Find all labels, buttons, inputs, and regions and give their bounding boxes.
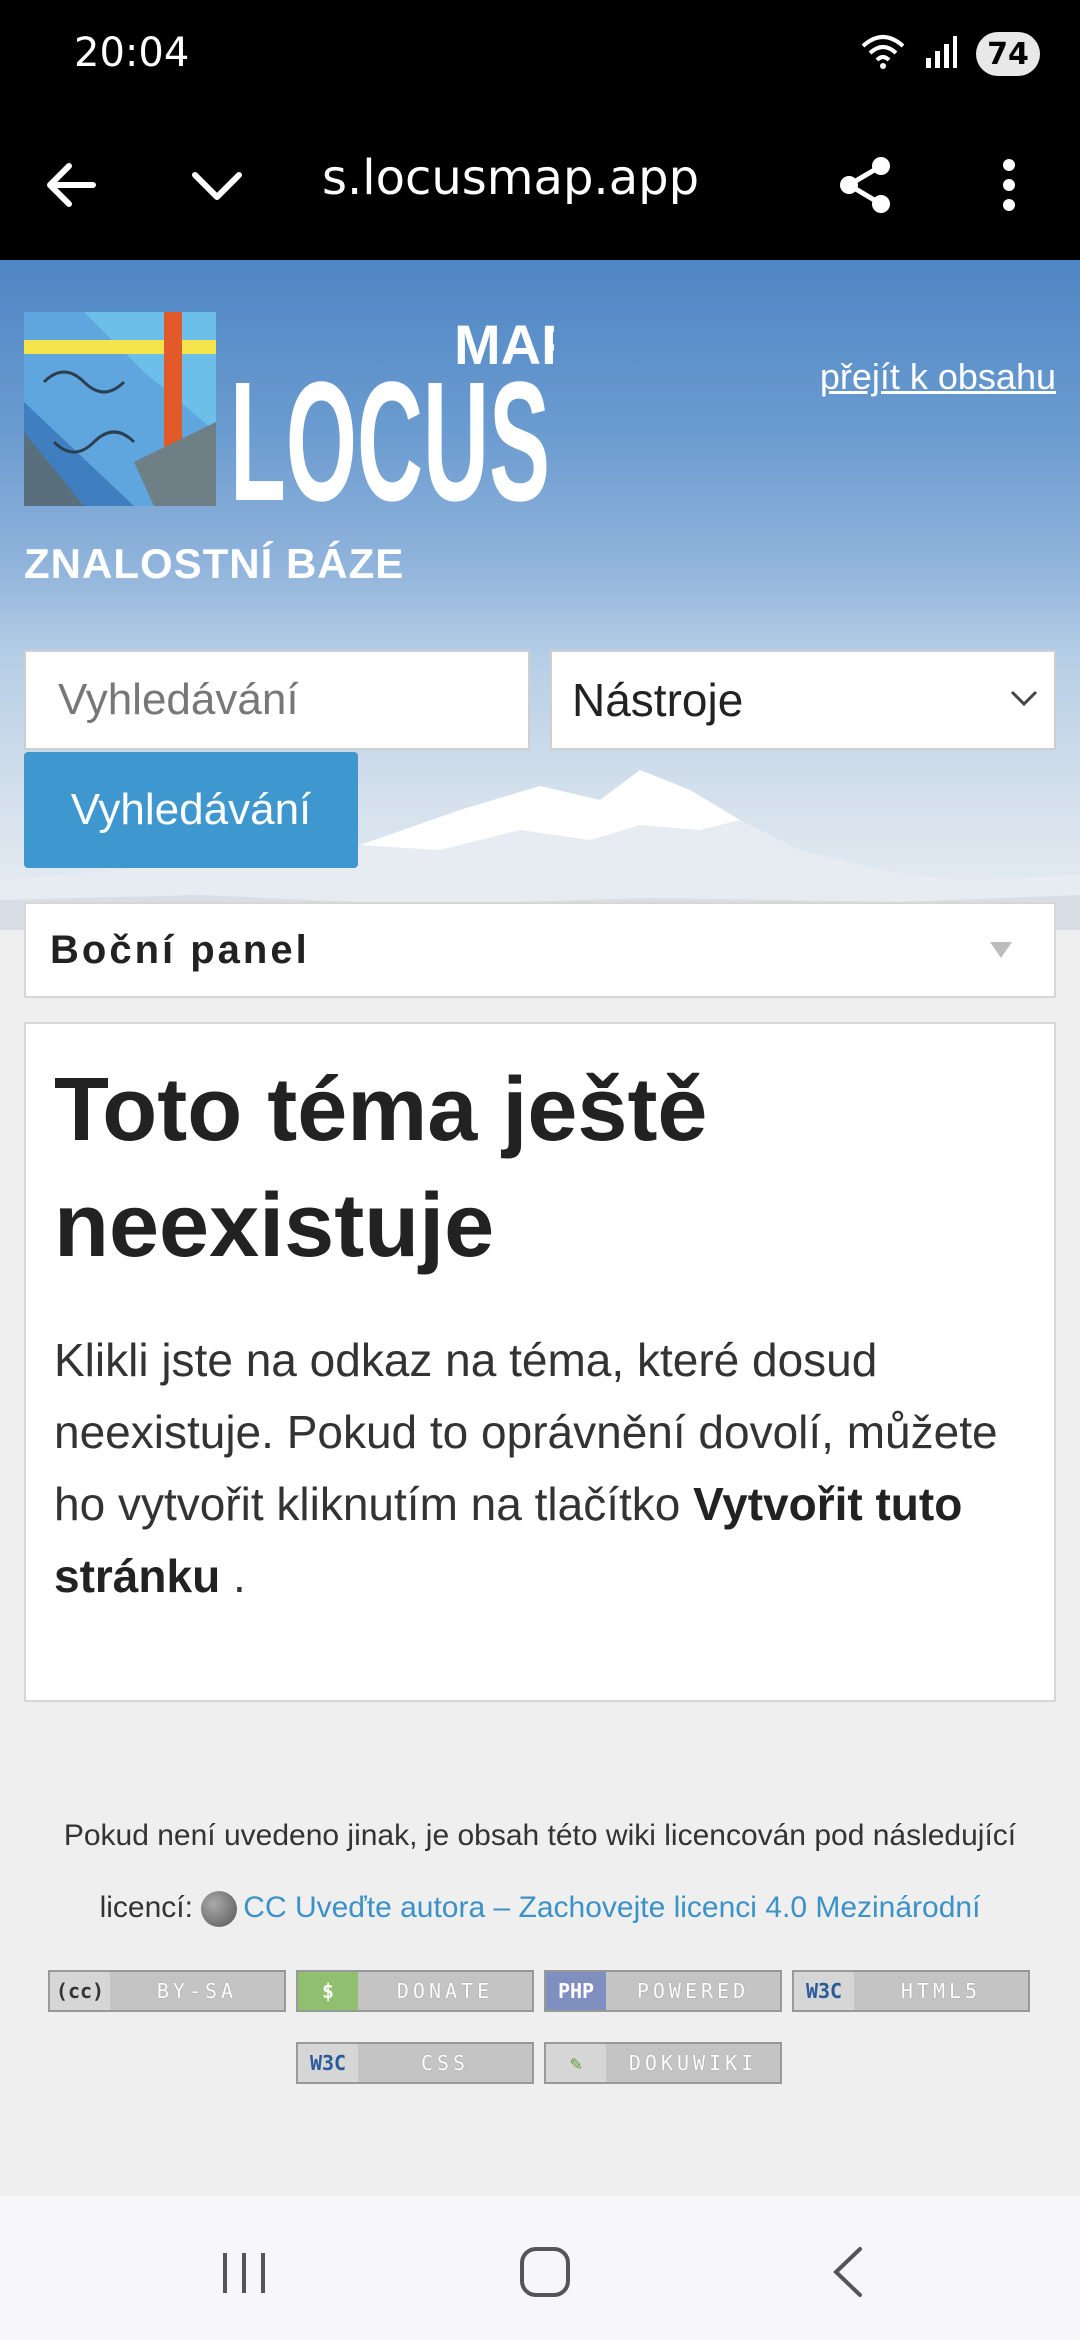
dokuwiki-icon: ✎ bbox=[546, 2044, 606, 2082]
globe-icon bbox=[201, 1891, 238, 1928]
arrow-left-icon bbox=[47, 163, 96, 207]
recents-button[interactable] bbox=[204, 2232, 284, 2312]
license-notice: Pokud není uvedeno jinak, je obsah této … bbox=[40, 1800, 1040, 1944]
sidebar-toggle[interactable]: Boční panel bbox=[24, 902, 1056, 998]
home-button[interactable] bbox=[505, 2232, 585, 2312]
search-button[interactable]: Vyhledávání bbox=[24, 752, 358, 868]
back-nav-button[interactable] bbox=[808, 2232, 888, 2312]
tools-select[interactable]: Nástroje bbox=[550, 650, 1056, 750]
locus-map-logo[interactable]: LOCUS MAP bbox=[24, 312, 578, 537]
home-icon bbox=[520, 2247, 570, 2297]
wifi-icon bbox=[860, 32, 906, 77]
chevron-down-icon bbox=[1010, 690, 1038, 707]
tools-select-value: Nástroje bbox=[572, 674, 744, 726]
message-end: . bbox=[220, 1550, 246, 1602]
cc-icon: (cc) bbox=[50, 1972, 110, 2010]
page-message: Klikli jste na odkaz na téma, které dosu… bbox=[54, 1324, 1026, 1612]
chevron-down-icon bbox=[192, 172, 242, 200]
w3c-icon: W3C bbox=[794, 1972, 854, 2010]
chevron-left-icon bbox=[833, 2247, 862, 2297]
status-bar: 20:04 74 bbox=[0, 0, 1080, 110]
back-button[interactable] bbox=[26, 140, 116, 230]
badge-html5[interactable]: W3C HTML5 bbox=[792, 1970, 1030, 2012]
w3c-icon: W3C bbox=[298, 2044, 358, 2082]
badge-dokuwiki[interactable]: ✎ DOKUWIKI bbox=[544, 2042, 782, 2084]
status-icons: 74 bbox=[860, 28, 1040, 80]
main-content: Toto téma ještě neexistuje Klikli jste n… bbox=[24, 1022, 1056, 1702]
browser-toolbar: s.locusmap.app bbox=[0, 110, 1080, 260]
recents-icon bbox=[223, 2253, 265, 2293]
more-vertical-icon bbox=[1003, 159, 1015, 211]
url-display[interactable]: s.locusmap.app bbox=[322, 150, 722, 206]
system-navigation-bar bbox=[0, 2196, 1080, 2340]
page-title: Toto téma ještě neexistuje bbox=[54, 1060, 708, 1276]
search-input[interactable]: Vyhledávání bbox=[24, 650, 530, 750]
share-icon bbox=[840, 157, 890, 213]
battery-indicator: 74 bbox=[976, 32, 1040, 76]
sidebar-label: Boční panel bbox=[50, 927, 310, 972]
status-time: 20:04 bbox=[74, 30, 190, 76]
signal-icon bbox=[924, 34, 958, 75]
badge-php-powered[interactable]: PHP POWERED bbox=[544, 1970, 782, 2012]
dollar-icon: $ bbox=[298, 1972, 358, 2010]
collapse-button[interactable] bbox=[172, 140, 262, 230]
badge-css[interactable]: W3C CSS bbox=[296, 2042, 534, 2084]
skip-to-content-link[interactable]: přejít k obsahu bbox=[820, 356, 1056, 398]
badge-donate[interactable]: $ DONATE bbox=[296, 1970, 534, 2012]
php-icon: PHP bbox=[546, 1972, 606, 2010]
menu-button[interactable] bbox=[964, 140, 1054, 230]
knowledge-base-title: ZNALOSTNÍ BÁZE bbox=[24, 540, 405, 587]
license-link[interactable]: CC Uveďte autora – Zachovejte licenci 4.… bbox=[243, 1891, 980, 1924]
logo-subword: MAP bbox=[454, 313, 554, 376]
badge-cc-by-sa[interactable]: (cc) BY-SA bbox=[48, 1970, 286, 2012]
triangle-down-icon bbox=[990, 942, 1012, 958]
share-button[interactable] bbox=[820, 140, 910, 230]
